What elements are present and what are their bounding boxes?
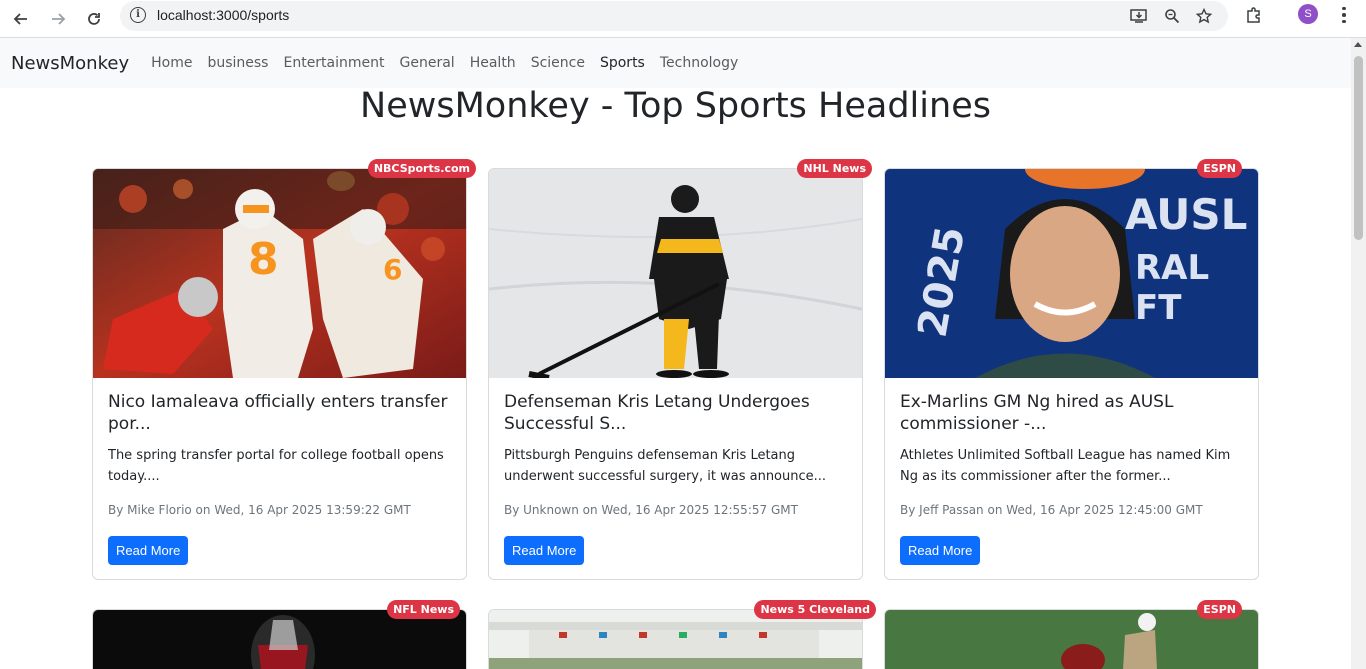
svg-text:8: 8 xyxy=(248,234,279,285)
nav-link-science[interactable]: Science xyxy=(531,55,585,71)
article-title: Nico Iamaleava officially enters transfe… xyxy=(108,392,448,434)
article-title: Defenseman Kris Letang Undergoes Success… xyxy=(504,392,810,434)
bookmark-star-icon[interactable] xyxy=(1193,5,1215,27)
read-more-button[interactable]: Read More xyxy=(504,536,585,565)
article-image[interactable]: 8 6 xyxy=(93,169,466,378)
svg-text:AUSL: AUSL xyxy=(1125,190,1247,239)
article-image[interactable]: AUSL RAL FT 2025 xyxy=(885,169,1258,378)
source-badge: News 5 Cleveland xyxy=(754,600,876,619)
svg-text:6: 6 xyxy=(383,253,402,286)
read-more-button[interactable]: Read More xyxy=(900,536,981,565)
site-info-icon[interactable]: i xyxy=(130,7,146,23)
scroll-up-arrow-icon[interactable] xyxy=(1354,42,1362,47)
page-title: NewsMonkey - Top Sports Headlines xyxy=(360,86,991,126)
url-text: localhost:3000/sports xyxy=(157,7,290,23)
nav-link-business[interactable]: business xyxy=(207,55,268,71)
extensions-icon[interactable] xyxy=(1243,4,1265,26)
reload-icon[interactable] xyxy=(79,4,109,34)
news-card: NBCSports.com 8 6 Nico Iamaleava officia… xyxy=(92,159,476,580)
brand-logo[interactable]: NewsMonkey xyxy=(11,53,129,74)
nav-link-entertainment[interactable]: Entertainment xyxy=(283,55,384,71)
article-description: Pittsburgh Penguins defenseman Kris Leta… xyxy=(504,448,827,484)
install-app-icon[interactable] xyxy=(1128,5,1150,27)
read-more-button[interactable]: Read More xyxy=(108,536,189,565)
profile-avatar[interactable]: S xyxy=(1298,4,1318,24)
news-card: NFL News xyxy=(92,600,467,669)
article-meta: By Jeff Passan on Wed, 16 Apr 2025 12:45… xyxy=(900,503,1203,517)
news-card: News 5 Cleveland xyxy=(488,600,876,669)
news-card: ESPN AUSL RAL FT 2025 Ex-Marlins GM Ng h… xyxy=(884,159,1259,580)
nav-link-health[interactable]: Health xyxy=(470,55,516,71)
nav-link-home[interactable]: Home xyxy=(151,55,192,71)
nav-link-general[interactable]: General xyxy=(400,55,455,71)
app-navbar: NewsMonkey Home business Entertainment G… xyxy=(0,38,1351,88)
source-badge: NFL News xyxy=(387,600,460,619)
page-scrollbar[interactable] xyxy=(1351,38,1366,669)
article-title: Ex-Marlins GM Ng hired as AUSL commissio… xyxy=(900,392,1174,434)
nav-link-technology[interactable]: Technology xyxy=(660,55,738,71)
svg-text:RAL: RAL xyxy=(1135,248,1209,288)
news-card: NHL News Defenseman Kris Letang Undergoe… xyxy=(488,159,872,580)
source-badge: ESPN xyxy=(1197,159,1242,178)
news-card: ESPN xyxy=(884,600,1259,669)
browser-toolbar: i localhost:3000/sports S xyxy=(0,0,1366,38)
article-meta: By Mike Florio on Wed, 16 Apr 2025 13:59… xyxy=(108,503,411,517)
article-image[interactable] xyxy=(885,610,1258,669)
source-badge: NBCSports.com xyxy=(367,159,476,178)
back-arrow-icon[interactable] xyxy=(6,4,36,34)
address-bar[interactable]: i localhost:3000/sports xyxy=(120,1,1228,31)
forward-arrow-icon[interactable] xyxy=(43,4,73,34)
svg-text:FT: FT xyxy=(1135,288,1182,328)
article-image[interactable] xyxy=(489,169,862,378)
scrollbar-thumb[interactable] xyxy=(1354,56,1363,240)
article-meta: By Unknown on Wed, 16 Apr 2025 12:55:57 … xyxy=(504,503,798,517)
article-description: Athletes Unlimited Softball League has n… xyxy=(900,448,1231,484)
source-badge: ESPN xyxy=(1197,600,1242,619)
nav-link-sports[interactable]: Sports xyxy=(600,55,645,71)
source-badge: NHL News xyxy=(797,159,872,178)
article-description: The spring transfer portal for college f… xyxy=(108,448,444,484)
browser-menu-icon[interactable] xyxy=(1334,4,1354,26)
zoom-icon[interactable] xyxy=(1161,5,1183,27)
